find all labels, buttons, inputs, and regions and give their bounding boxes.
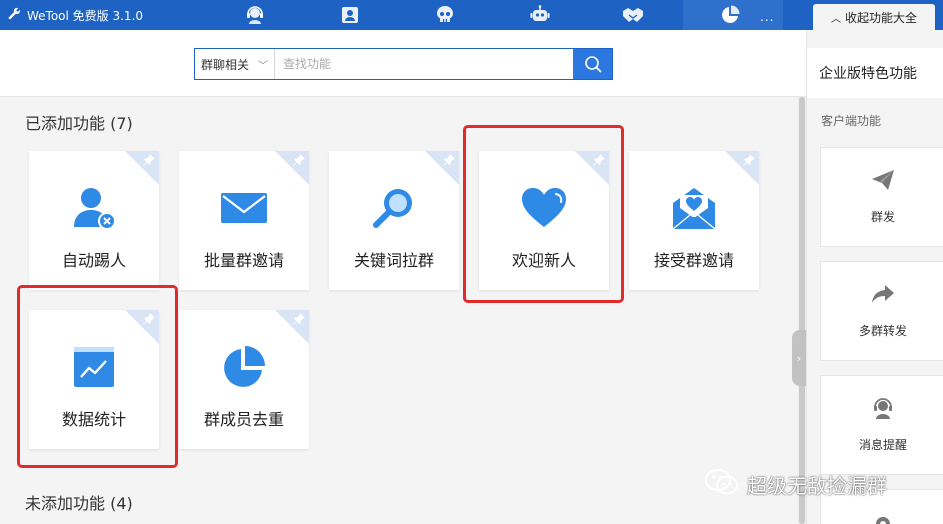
enterprise-function-label: 消息提醒 <box>858 438 907 452</box>
function-card[interactable]: 群成员去重 <box>179 310 309 449</box>
card-label: 自动踢人 <box>61 251 126 270</box>
chevron-up-icon: ︿ <box>830 13 841 25</box>
envelope-icon <box>220 184 268 232</box>
wrench-icon <box>8 7 21 24</box>
pie-chart-icon[interactable] <box>717 2 743 28</box>
enterprise-panel-title: 企业版特色功能 <box>807 48 943 98</box>
enterprise-function-card[interactable]: 群发 <box>820 147 943 247</box>
card-label: 群成员去重 <box>203 410 284 429</box>
search-icon <box>584 56 601 73</box>
collapse-all-functions-button[interactable]: ︿ 收起功能大全 <box>813 4 935 30</box>
search-button[interactable] <box>573 49 612 79</box>
function-card[interactable]: 关键词拉群 <box>329 151 459 290</box>
enterprise-panel: 企业版特色功能 客户端功能 群发 多群转发 消息提醒 <box>806 30 943 524</box>
search-input[interactable] <box>275 49 573 79</box>
search-box: 群聊相关 ﹀ <box>194 48 613 80</box>
function-card[interactable]: 自动踢人 <box>29 151 159 290</box>
robot-icon[interactable] <box>527 2 553 28</box>
watermark: 超级无敌捡漏群 <box>705 468 887 501</box>
search-category-select[interactable]: 群聊相关 ﹀ <box>195 49 275 79</box>
pie-chart-icon <box>220 343 268 391</box>
panel-toggle-handle[interactable]: › <box>792 330 806 386</box>
forward-arrow-icon <box>871 282 895 306</box>
pin-icon[interactable] <box>293 313 305 325</box>
customer-service-icon[interactable] <box>242 2 268 28</box>
enterprise-function-label: 群发 <box>870 210 895 224</box>
function-card[interactable]: 接受群邀请 <box>629 151 759 290</box>
app-title: WeTool 免费版 3.1.0 <box>8 0 143 30</box>
card-label: 关键词拉群 <box>353 251 434 270</box>
title-bar: WeTool 免费版 3.1.0 ... ︿ 收起功能大全 <box>0 0 943 30</box>
user-remove-icon <box>70 184 118 232</box>
pin-icon[interactable] <box>743 154 755 166</box>
enterprise-function-card[interactable]: 消息提醒 <box>820 375 943 475</box>
handshake-icon[interactable] <box>620 2 646 28</box>
highlight-box-welcome <box>463 125 624 303</box>
added-section-title: 已添加功能 (7) <box>25 114 133 133</box>
magnifier-icon <box>370 184 418 232</box>
pin-icon[interactable] <box>293 154 305 166</box>
paper-plane-icon <box>871 168 895 192</box>
main-scrollbar[interactable] <box>798 97 806 524</box>
app-title-text: WeTool 免费版 3.1.0 <box>27 8 144 23</box>
card-label: 接受群邀请 <box>653 251 734 270</box>
highlight-box-statistics <box>17 285 178 468</box>
chevron-down-icon: ﹀ <box>258 60 268 72</box>
headset-icon <box>871 396 895 420</box>
function-card[interactable]: 批量群邀请 <box>179 151 309 290</box>
card-label: 批量群邀请 <box>203 251 284 270</box>
collapse-label: 收起功能大全 <box>844 10 917 25</box>
pin-icon[interactable] <box>143 154 155 166</box>
skull-icon[interactable] <box>432 2 458 28</box>
search-category-value: 群聊相关 <box>201 57 250 72</box>
scrollbar-thumb[interactable] <box>799 97 805 524</box>
contact-card-icon[interactable] <box>337 2 363 28</box>
more-menu-button[interactable]: ... <box>760 10 774 24</box>
search-area: 群聊相关 ﹀ <box>0 30 806 97</box>
pin-icon[interactable] <box>443 154 455 166</box>
not-added-section-title: 未添加功能 (4) <box>25 494 133 513</box>
client-functions-label: 客户端功能 <box>821 114 882 128</box>
enterprise-function-label: 多群转发 <box>858 324 907 338</box>
wechat-icon <box>705 468 739 501</box>
enterprise-function-card[interactable]: 多群转发 <box>820 261 943 361</box>
watermark-text: 超级无敌捡漏群 <box>747 474 887 498</box>
gear-icon <box>871 512 895 524</box>
chevron-right-icon: › <box>796 351 802 365</box>
envelope-heart-icon <box>670 184 718 232</box>
